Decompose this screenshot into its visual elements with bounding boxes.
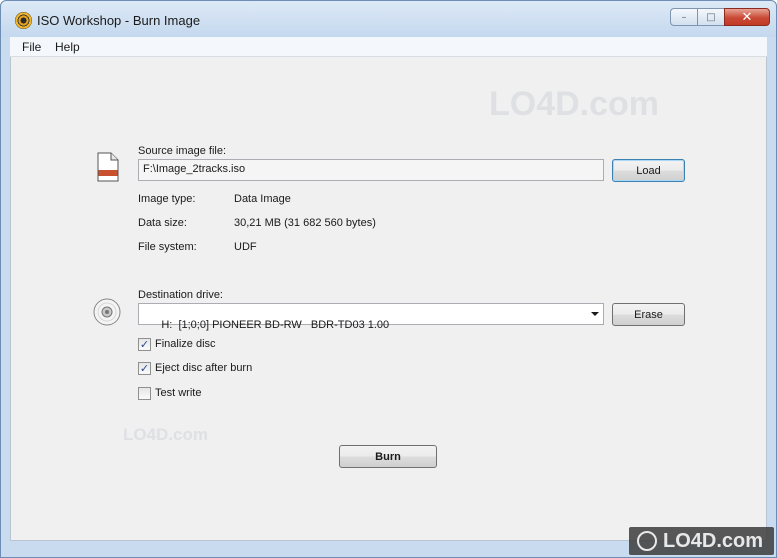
window-title: ISO Workshop - Burn Image [37,13,201,28]
burn-button[interactable]: Burn [339,445,437,468]
watermark-small: LO4D.com [123,425,209,444]
erase-button[interactable]: Erase [612,303,685,326]
source-image-path-field[interactable]: F:\Image_2tracks.iso [138,159,604,181]
test-write-checkbox[interactable] [138,387,151,400]
watermark-badge-text: LO4D.com [663,529,764,552]
app-window: ISO Workshop - Burn Image – □ ✕ File Hel… [0,0,777,558]
finalize-disc-label: Finalize disc [155,338,216,350]
test-write-label: Test write [155,387,202,399]
menu-bar: File Help [10,37,767,57]
image-type-value: Data Image [234,193,291,205]
file-system-key: File system: [138,241,197,253]
menu-file[interactable]: File [22,40,41,54]
close-button[interactable]: ✕ [724,8,770,26]
data-size-value: 30,21 MB (31 682 560 bytes) [234,217,376,229]
maximize-button[interactable]: □ [697,8,724,26]
file-icon [97,152,119,182]
window-controls: – □ ✕ [670,8,770,26]
watermark-large: LO4D.com [489,85,660,123]
data-size-key: Data size: [138,217,187,229]
disc-icon [93,298,121,326]
minimize-button[interactable]: – [670,8,697,26]
chevron-down-icon[interactable] [591,312,599,316]
app-logo-icon[interactable] [15,12,32,29]
title-bar[interactable]: ISO Workshop - Burn Image – □ ✕ [1,1,776,37]
eject-disc-label: Eject disc after burn [155,362,253,374]
destination-drive-label: Destination drive: [138,289,223,301]
file-system-value: UDF [234,241,257,253]
destination-drive-select[interactable]: H: [1;0;0] PIONEER BD-RW BDR-TD03 1.00 [138,303,604,331]
eject-disc-checkbox[interactable]: ✓ [138,362,151,375]
menu-help[interactable]: Help [55,40,80,54]
source-image-label: Source image file: [138,145,227,157]
watermark-logo-icon [637,531,657,551]
finalize-disc-checkbox[interactable]: ✓ [138,338,151,351]
watermark-badge: LO4D.com [629,527,774,555]
load-button[interactable]: Load [612,159,685,182]
image-type-key: Image type: [138,193,196,205]
selected-drive-text: H: [1;0;0] PIONEER BD-RW BDR-TD03 1.00 [161,319,390,331]
burn-image-panel: LO4D.com LO4D.com Source image file: F:\… [10,57,767,541]
